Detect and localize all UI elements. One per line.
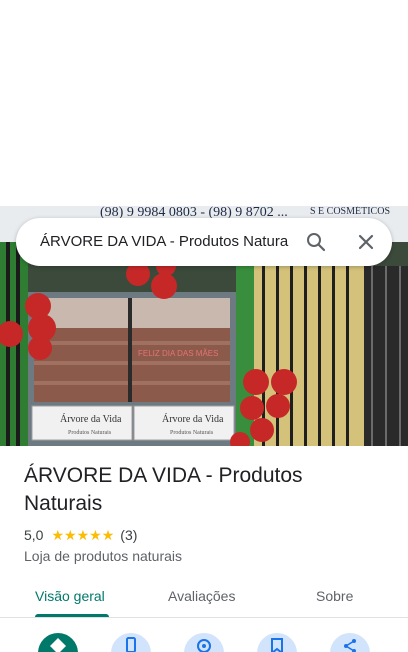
star-icon: ★ [76, 527, 90, 543]
save-button[interactable] [257, 633, 297, 652]
save-icon [271, 638, 283, 652]
place-tabs: Visão geral Avaliações Sobre [0, 578, 408, 618]
search-input[interactable]: ÁRVORE DA VIDA - Produtos Natura [40, 232, 292, 252]
active-tab-indicator [35, 614, 109, 617]
search-icon[interactable] [304, 230, 328, 254]
star-icon: ★ [89, 527, 102, 543]
call-button[interactable] [111, 633, 151, 652]
star-icon: ★ [64, 527, 77, 543]
website-button[interactable] [184, 633, 224, 652]
sticker-1-sub: Produtos Naturais [68, 430, 112, 436]
close-icon[interactable] [354, 230, 378, 254]
action-buttons [0, 624, 408, 652]
phone-icon [126, 637, 136, 652]
directions-button[interactable] [38, 633, 78, 652]
search-bar[interactable]: ÁRVORE DA VIDA - Produtos Natura [16, 218, 392, 266]
star-icon: ★ [51, 527, 65, 543]
sticker-1-title: Árvore da Vida [60, 413, 122, 425]
review-count[interactable]: (3) [120, 527, 137, 543]
rating-row[interactable]: 5,0 ★ ★ ★ ★ ★ (3) [24, 526, 137, 544]
sticker-2-title: Árvore da Vida [162, 413, 224, 425]
star-icon: ★ [101, 527, 115, 543]
sticker-2-sub: Produtos Naturais [170, 430, 214, 436]
tab-about[interactable]: Sobre [316, 587, 353, 605]
place-category: Loja de produtos naturais [24, 548, 182, 564]
rating-stars: ★ ★ ★ ★ ★ [51, 528, 114, 542]
directions-icon [50, 638, 66, 652]
place-title: ÁRVORE DA VIDA - Produtos Naturais [24, 464, 303, 515]
share-button[interactable] [330, 633, 370, 652]
window-banner: FELIZ DIA DAS MÃES [138, 349, 218, 358]
rating-value: 5,0 [24, 527, 44, 543]
tab-overview[interactable]: Visão geral [35, 587, 105, 605]
tab-reviews[interactable]: Avaliações [168, 587, 235, 605]
sign-right-text: S E COSMÉTICOS [310, 206, 390, 217]
share-icon [344, 639, 356, 652]
map-blank-area [0, 0, 408, 206]
website-icon [197, 639, 211, 652]
